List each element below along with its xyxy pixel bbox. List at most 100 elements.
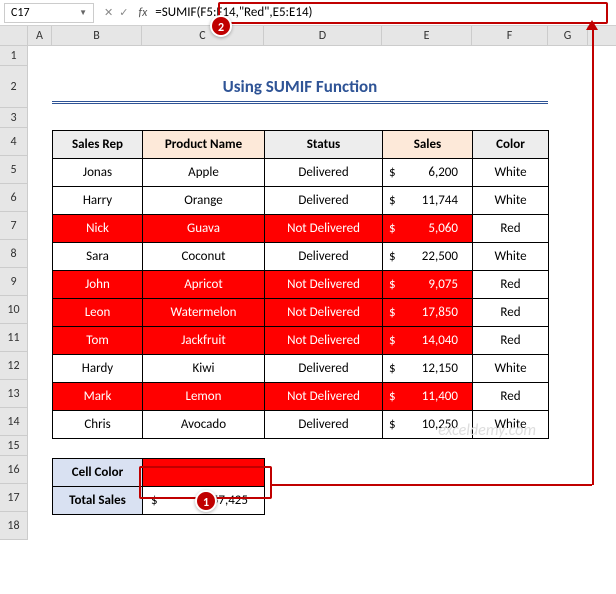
cell-rep[interactable]: Mark	[53, 383, 143, 411]
column-headers: A B C D E F G	[0, 26, 616, 46]
cell-stat[interactable]: Not Delivered	[265, 215, 383, 243]
cell-color[interactable]: Red	[473, 299, 549, 327]
cell-color[interactable]: White	[473, 243, 549, 271]
row-header[interactable]: 15	[0, 436, 28, 456]
cell-sales[interactable]: $22,500	[383, 243, 473, 271]
cell-color[interactable]: Red	[473, 383, 549, 411]
chevron-down-icon[interactable]: ▼	[79, 8, 87, 18]
row-header[interactable]: 10	[0, 296, 28, 324]
table-row: HardyKiwiDelivered$12,150White	[53, 355, 549, 383]
callout-badge-2: 2	[210, 15, 232, 37]
cell-rep[interactable]: Nick	[53, 215, 143, 243]
cell-stat[interactable]: Not Delivered	[265, 383, 383, 411]
cell-color[interactable]: Red	[473, 271, 549, 299]
cell-stat[interactable]: Not Delivered	[265, 327, 383, 355]
cell-prod[interactable]: Guava	[143, 215, 265, 243]
table-row: HarryOrangeDelivered$11,744White	[53, 187, 549, 215]
row-header[interactable]: 13	[0, 380, 28, 408]
cell-color[interactable]: White	[473, 159, 549, 187]
table-header-row: Sales Rep Product Name Status Sales Colo…	[53, 131, 549, 159]
cell-color[interactable]: Red	[473, 215, 549, 243]
formula-bar: C17 ▼ ✕ ✓ fx =SUMIF(F5:F14,"Red",E5:E14)	[0, 0, 616, 26]
col-header-f[interactable]: F	[472, 26, 548, 45]
row-header[interactable]: 11	[0, 324, 28, 352]
row-header[interactable]: 2	[0, 66, 28, 108]
row-header[interactable]: 14	[0, 408, 28, 436]
name-box-value: C17	[11, 6, 30, 20]
row-header[interactable]: 1	[0, 46, 28, 66]
select-all-corner[interactable]	[0, 26, 28, 45]
th-rep: Sales Rep	[53, 131, 143, 159]
row-header[interactable]: 8	[0, 240, 28, 268]
cell-rep[interactable]: Harry	[53, 187, 143, 215]
cell-prod[interactable]: Orange	[143, 187, 265, 215]
col-header-a[interactable]: A	[28, 26, 52, 45]
cell-sales[interactable]: $17,850	[383, 299, 473, 327]
cell-prod[interactable]: Apple	[143, 159, 265, 187]
cell-prod[interactable]: Kiwi	[143, 355, 265, 383]
cell-prod[interactable]: Apricot	[143, 271, 265, 299]
cell-prod[interactable]: Coconut	[143, 243, 265, 271]
fx-icon[interactable]: fx	[134, 6, 151, 20]
cell-color[interactable]: White	[473, 355, 549, 383]
cell-prod[interactable]: Avocado	[143, 411, 265, 439]
cell-stat[interactable]: Delivered	[265, 243, 383, 271]
row-headers: 1 2 3 4 5 6 7 8 9 10 11 12 13 14 15 16 1…	[0, 46, 28, 540]
cell-sales[interactable]: $9,075	[383, 271, 473, 299]
row-header[interactable]: 9	[0, 268, 28, 296]
cell-rep[interactable]: Chris	[53, 411, 143, 439]
cell-stat[interactable]: Delivered	[265, 159, 383, 187]
col-header-b[interactable]: B	[52, 26, 142, 45]
cell-prod[interactable]: Jackfruit	[143, 327, 265, 355]
cell-stat[interactable]: Delivered	[265, 187, 383, 215]
row-header[interactable]: 4	[0, 128, 28, 156]
cell-sales[interactable]: $11,744	[383, 187, 473, 215]
check-icon[interactable]: ✓	[119, 6, 128, 19]
cell-rep[interactable]: Sara	[53, 243, 143, 271]
cell-sales[interactable]: $12,150	[383, 355, 473, 383]
row-header[interactable]: 16	[0, 456, 28, 484]
row-header[interactable]: 3	[0, 108, 28, 128]
name-box[interactable]: C17 ▼	[4, 3, 94, 23]
formula-bar-buttons: ✕ ✓	[98, 6, 134, 19]
cell-sales[interactable]: $5,060	[383, 215, 473, 243]
cell-color[interactable]: Red	[473, 327, 549, 355]
cell-sales[interactable]: $6,200	[383, 159, 473, 187]
table-row: MarkLemonNot Delivered$11,400Red	[53, 383, 549, 411]
row-header[interactable]: 7	[0, 212, 28, 240]
col-header-e[interactable]: E	[382, 26, 472, 45]
row-header[interactable]: 18	[0, 512, 28, 540]
callout-badge-1: 1	[195, 490, 217, 512]
data-table: Sales Rep Product Name Status Sales Colo…	[52, 130, 549, 439]
col-header-g[interactable]: G	[548, 26, 588, 45]
cell-rep[interactable]: Tom	[53, 327, 143, 355]
cell-stat[interactable]: Not Delivered	[265, 271, 383, 299]
cancel-icon[interactable]: ✕	[104, 6, 113, 19]
cell-sales[interactable]: $11,400	[383, 383, 473, 411]
cell-stat[interactable]: Not Delivered	[265, 299, 383, 327]
cell-rep[interactable]: Hardy	[53, 355, 143, 383]
cell-color[interactable]: White	[473, 187, 549, 215]
cell-rep[interactable]: Leon	[53, 299, 143, 327]
col-header-c[interactable]: C	[142, 26, 264, 45]
table-row: LeonWatermelonNot Delivered$17,850Red	[53, 299, 549, 327]
cell-sales[interactable]: $14,040	[383, 327, 473, 355]
cell-rep[interactable]: John	[53, 271, 143, 299]
cell-stat[interactable]: Delivered	[265, 355, 383, 383]
cell-rep[interactable]: Jonas	[53, 159, 143, 187]
cell-color-label: Cell Color	[53, 459, 143, 487]
arrow-line	[592, 24, 594, 485]
row-header[interactable]: 5	[0, 156, 28, 184]
th-prod: Product Name	[143, 131, 265, 159]
cell-stat[interactable]: Delivered	[265, 411, 383, 439]
cell-prod[interactable]: Lemon	[143, 383, 265, 411]
row-header[interactable]: 17	[0, 484, 28, 512]
cells-area[interactable]: Using SUMIF Function Sales Rep Product N…	[28, 46, 616, 540]
col-header-d[interactable]: D	[264, 26, 382, 45]
table-row: Total Sales $57,425	[53, 487, 265, 515]
th-sales: Sales	[383, 131, 473, 159]
page-title: Using SUMIF Function	[52, 76, 548, 104]
row-header[interactable]: 6	[0, 184, 28, 212]
cell-prod[interactable]: Watermelon	[143, 299, 265, 327]
row-header[interactable]: 12	[0, 352, 28, 380]
